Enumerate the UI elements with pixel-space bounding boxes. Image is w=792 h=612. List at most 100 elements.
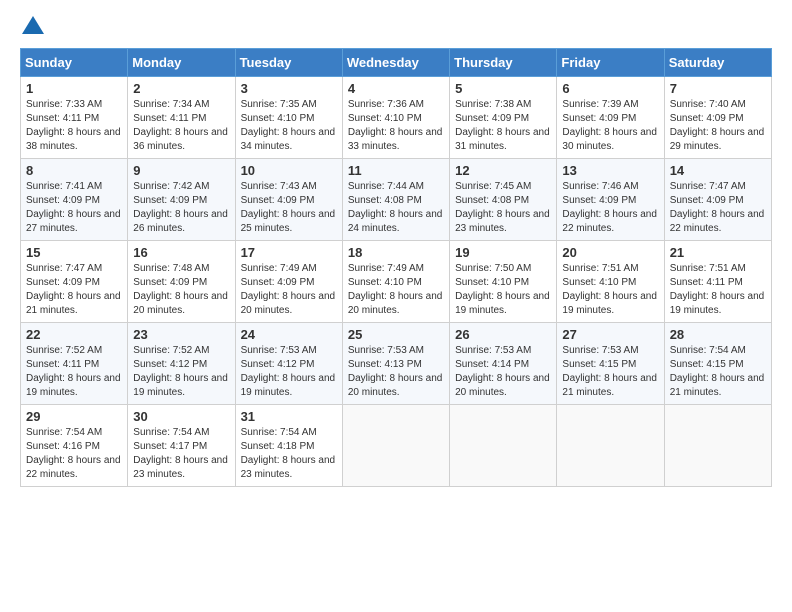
cell-sunset: Sunset: 4:11 PM <box>26 359 99 370</box>
cell-daylight: Daylight: 8 hours and 34 minutes. <box>241 127 336 152</box>
cell-sunrise: Sunrise: 7:52 AM <box>133 345 209 356</box>
calendar-cell: 13 Sunrise: 7:46 AM Sunset: 4:09 PM Dayl… <box>557 159 664 241</box>
cell-daylight: Daylight: 8 hours and 21 minutes. <box>562 373 657 398</box>
calendar-cell: 10 Sunrise: 7:43 AM Sunset: 4:09 PM Dayl… <box>235 159 342 241</box>
cell-sunrise: Sunrise: 7:39 AM <box>562 99 638 110</box>
cell-sunrise: Sunrise: 7:36 AM <box>348 99 424 110</box>
cell-sunset: Sunset: 4:10 PM <box>562 277 636 288</box>
cell-daylight: Daylight: 8 hours and 19 minutes. <box>26 373 121 398</box>
cell-daylight: Daylight: 8 hours and 19 minutes. <box>670 291 765 316</box>
cell-sunset: Sunset: 4:09 PM <box>133 195 207 206</box>
cell-sunset: Sunset: 4:14 PM <box>455 359 529 370</box>
day-number: 26 <box>455 327 551 342</box>
day-number: 22 <box>26 327 122 342</box>
calendar-cell: 16 Sunrise: 7:48 AM Sunset: 4:09 PM Dayl… <box>128 241 235 323</box>
cell-sunset: Sunset: 4:16 PM <box>26 441 100 452</box>
cell-daylight: Daylight: 8 hours and 38 minutes. <box>26 127 121 152</box>
day-header-thursday: Thursday <box>450 49 557 77</box>
day-number: 23 <box>133 327 229 342</box>
cell-sunrise: Sunrise: 7:35 AM <box>241 99 317 110</box>
day-number: 28 <box>670 327 766 342</box>
cell-daylight: Daylight: 8 hours and 33 minutes. <box>348 127 443 152</box>
calendar-cell: 14 Sunrise: 7:47 AM Sunset: 4:09 PM Dayl… <box>664 159 771 241</box>
day-number: 11 <box>348 163 444 178</box>
cell-sunset: Sunset: 4:18 PM <box>241 441 315 452</box>
cell-sunset: Sunset: 4:10 PM <box>348 113 422 124</box>
day-header-saturday: Saturday <box>664 49 771 77</box>
cell-daylight: Daylight: 8 hours and 19 minutes. <box>455 291 550 316</box>
cell-daylight: Daylight: 8 hours and 26 minutes. <box>133 209 228 234</box>
calendar-cell: 5 Sunrise: 7:38 AM Sunset: 4:09 PM Dayli… <box>450 77 557 159</box>
calendar-cell: 23 Sunrise: 7:52 AM Sunset: 4:12 PM Dayl… <box>128 323 235 405</box>
cell-sunrise: Sunrise: 7:41 AM <box>26 181 102 192</box>
cell-daylight: Daylight: 8 hours and 22 minutes. <box>562 209 657 234</box>
day-number: 9 <box>133 163 229 178</box>
cell-sunset: Sunset: 4:09 PM <box>133 277 207 288</box>
cell-daylight: Daylight: 8 hours and 25 minutes. <box>241 209 336 234</box>
calendar-cell <box>342 405 449 487</box>
cell-daylight: Daylight: 8 hours and 20 minutes. <box>133 291 228 316</box>
calendar-cell: 25 Sunrise: 7:53 AM Sunset: 4:13 PM Dayl… <box>342 323 449 405</box>
calendar-cell: 30 Sunrise: 7:54 AM Sunset: 4:17 PM Dayl… <box>128 405 235 487</box>
cell-daylight: Daylight: 8 hours and 22 minutes. <box>26 455 121 480</box>
cell-sunrise: Sunrise: 7:49 AM <box>241 263 317 274</box>
day-number: 8 <box>26 163 122 178</box>
cell-sunrise: Sunrise: 7:54 AM <box>133 427 209 438</box>
cell-sunrise: Sunrise: 7:34 AM <box>133 99 209 110</box>
cell-sunrise: Sunrise: 7:49 AM <box>348 263 424 274</box>
calendar-cell: 20 Sunrise: 7:51 AM Sunset: 4:10 PM Dayl… <box>557 241 664 323</box>
cell-sunset: Sunset: 4:11 PM <box>670 277 743 288</box>
cell-sunset: Sunset: 4:09 PM <box>562 195 636 206</box>
day-number: 18 <box>348 245 444 260</box>
calendar-cell: 12 Sunrise: 7:45 AM Sunset: 4:08 PM Dayl… <box>450 159 557 241</box>
cell-daylight: Daylight: 8 hours and 27 minutes. <box>26 209 121 234</box>
day-number: 20 <box>562 245 658 260</box>
cell-daylight: Daylight: 8 hours and 29 minutes. <box>670 127 765 152</box>
cell-sunrise: Sunrise: 7:45 AM <box>455 181 531 192</box>
day-number: 13 <box>562 163 658 178</box>
day-number: 7 <box>670 81 766 96</box>
cell-sunset: Sunset: 4:12 PM <box>241 359 315 370</box>
calendar-cell: 27 Sunrise: 7:53 AM Sunset: 4:15 PM Dayl… <box>557 323 664 405</box>
cell-sunrise: Sunrise: 7:47 AM <box>670 181 746 192</box>
cell-daylight: Daylight: 8 hours and 36 minutes. <box>133 127 228 152</box>
calendar-table: SundayMondayTuesdayWednesdayThursdayFrid… <box>20 48 772 487</box>
cell-sunset: Sunset: 4:13 PM <box>348 359 422 370</box>
cell-sunrise: Sunrise: 7:44 AM <box>348 181 424 192</box>
cell-daylight: Daylight: 8 hours and 30 minutes. <box>562 127 657 152</box>
cell-sunset: Sunset: 4:15 PM <box>670 359 744 370</box>
day-number: 2 <box>133 81 229 96</box>
cell-sunset: Sunset: 4:15 PM <box>562 359 636 370</box>
cell-sunrise: Sunrise: 7:53 AM <box>562 345 638 356</box>
cell-daylight: Daylight: 8 hours and 21 minutes. <box>670 373 765 398</box>
cell-sunrise: Sunrise: 7:38 AM <box>455 99 531 110</box>
day-number: 1 <box>26 81 122 96</box>
cell-sunset: Sunset: 4:09 PM <box>670 113 744 124</box>
day-number: 19 <box>455 245 551 260</box>
logo <box>20 16 44 36</box>
cell-daylight: Daylight: 8 hours and 20 minutes. <box>348 291 443 316</box>
cell-sunset: Sunset: 4:09 PM <box>241 277 315 288</box>
calendar-cell: 6 Sunrise: 7:39 AM Sunset: 4:09 PM Dayli… <box>557 77 664 159</box>
day-number: 30 <box>133 409 229 424</box>
day-number: 4 <box>348 81 444 96</box>
calendar-cell: 19 Sunrise: 7:50 AM Sunset: 4:10 PM Dayl… <box>450 241 557 323</box>
cell-sunrise: Sunrise: 7:53 AM <box>348 345 424 356</box>
calendar-cell: 2 Sunrise: 7:34 AM Sunset: 4:11 PM Dayli… <box>128 77 235 159</box>
day-header-monday: Monday <box>128 49 235 77</box>
cell-sunrise: Sunrise: 7:54 AM <box>670 345 746 356</box>
day-number: 3 <box>241 81 337 96</box>
day-header-friday: Friday <box>557 49 664 77</box>
cell-sunset: Sunset: 4:10 PM <box>348 277 422 288</box>
calendar-cell: 3 Sunrise: 7:35 AM Sunset: 4:10 PM Dayli… <box>235 77 342 159</box>
calendar-cell: 7 Sunrise: 7:40 AM Sunset: 4:09 PM Dayli… <box>664 77 771 159</box>
cell-daylight: Daylight: 8 hours and 24 minutes. <box>348 209 443 234</box>
day-number: 21 <box>670 245 766 260</box>
cell-sunset: Sunset: 4:08 PM <box>348 195 422 206</box>
cell-daylight: Daylight: 8 hours and 23 minutes. <box>455 209 550 234</box>
calendar-cell <box>450 405 557 487</box>
day-number: 24 <box>241 327 337 342</box>
cell-daylight: Daylight: 8 hours and 19 minutes. <box>241 373 336 398</box>
day-number: 17 <box>241 245 337 260</box>
cell-sunrise: Sunrise: 7:50 AM <box>455 263 531 274</box>
